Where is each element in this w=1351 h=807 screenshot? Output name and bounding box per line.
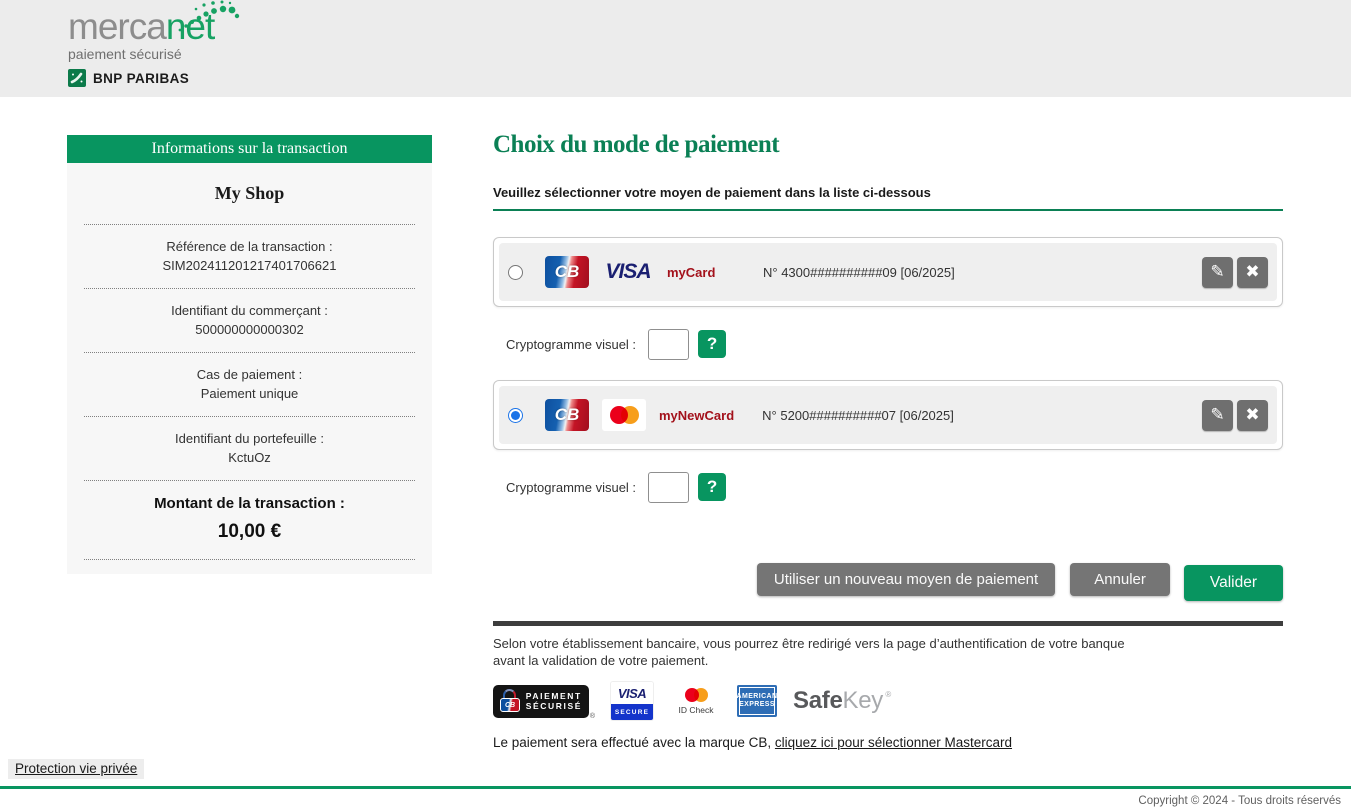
logo-dots-decoration [168, 0, 240, 38]
payment-choice-section: Choix du mode de paiement Veuillez sélec… [493, 131, 1283, 750]
payment-case-value: Paiement unique [67, 384, 432, 403]
help-icon: ? [707, 334, 717, 354]
saved-card-box-mycard: CB VISA myCard N° 4300##########09 [06/2… [493, 237, 1283, 307]
paiement-securise-line1: PAIEMENT [526, 691, 582, 702]
delete-card-button[interactable]: ✖ [1237, 400, 1268, 431]
transaction-reference-field: Référence de la transaction : SIM2024112… [67, 225, 432, 288]
card-radio-mynewcard[interactable] [508, 408, 523, 423]
security-badges-row: CB PAIEMENT SÉCURISÉ ® VISA SECURE ID Ch… [493, 682, 1283, 720]
transaction-info-panel: Informations sur la transaction My Shop … [67, 135, 432, 574]
cvv-input-mynewcard[interactable] [648, 472, 689, 503]
transaction-reference-label: Référence de la transaction : [67, 237, 432, 256]
edit-icon: ✎ [1210, 262, 1224, 282]
id-check-label: ID Check [679, 705, 714, 715]
registered-mark: ® [885, 690, 891, 699]
transaction-info-body: My Shop Référence de la transaction : SI… [67, 163, 432, 574]
saved-card-row-mynewcard[interactable]: CB myNewCard N° 5200##########07 [06/202… [499, 386, 1277, 444]
card-alias: myCard [667, 265, 735, 280]
bank-redirect-notice-line2: avant la validation de votre paiement. [493, 653, 1283, 670]
mastercard-id-check-badge: ID Check [673, 688, 719, 715]
saved-card-box-mynewcard: CB myNewCard N° 5200##########07 [06/202… [493, 380, 1283, 450]
delete-icon: ✖ [1245, 262, 1259, 282]
page-title: Choix du mode de paiement [493, 131, 1283, 159]
cvv-input-mycard[interactable] [648, 329, 689, 360]
mastercard-brand-icon [602, 399, 646, 431]
bnp-paribas-text: BNP PARIBAS [93, 71, 189, 86]
transaction-amount-value: 10,00 € [67, 521, 432, 543]
mastercard-circles-icon [685, 688, 708, 702]
top-header-bar: mercanet paiement sécurisé BNP PARIBAS [0, 0, 1351, 97]
merchant-id-label: Identifiant du commerçant : [67, 301, 432, 320]
bnp-paribas-icon [68, 69, 86, 87]
merchant-id-value: 500000000000302 [67, 320, 432, 339]
wallet-id-label: Identifiant du portefeuille : [67, 429, 432, 448]
logo-tagline: paiement sécurisé [68, 46, 214, 62]
mercanet-logo: mercanet paiement sécurisé BNP PARIBAS [68, 9, 214, 87]
visa-secure-label: SECURE [611, 704, 653, 720]
wallet-id-value: KctuOz [67, 448, 432, 467]
delete-card-button[interactable]: ✖ [1237, 257, 1268, 288]
payment-case-label: Cas de paiement : [67, 365, 432, 384]
card-brand-notice: Le paiement sera effectué avec la marque… [493, 735, 1283, 750]
delete-icon: ✖ [1245, 405, 1259, 425]
title-underline [493, 209, 1283, 211]
paiement-securise-badge: CB PAIEMENT SÉCURISÉ ® [493, 685, 589, 718]
edit-card-button[interactable]: ✎ [1202, 257, 1233, 288]
cvv-help-button[interactable]: ? [698, 330, 726, 358]
copyright-text: Copyright © 2024 - Tous droits réservés [1138, 795, 1341, 807]
cb-mini-card-icon: CB [500, 698, 520, 712]
transaction-info-title: Informations sur la transaction [67, 135, 432, 163]
safekey-key-text: Key [843, 687, 883, 714]
paiement-securise-line2: SÉCURISÉ [526, 701, 582, 712]
amex-line2: EXPRESS [739, 701, 775, 710]
saved-card-row-mycard[interactable]: CB VISA myCard N° 4300##########09 [06/2… [499, 243, 1277, 301]
help-icon: ? [707, 477, 717, 497]
instruction-text: Veuillez sélectionner votre moyen de pai… [493, 185, 1283, 200]
new-payment-method-button[interactable]: Utiliser un nouveau moyen de paiement [757, 563, 1055, 596]
cb-card-brand-icon: CB [545, 399, 589, 431]
visa-secure-badge: VISA SECURE [611, 682, 653, 720]
safekey-safe-text: Safe [793, 687, 843, 714]
safekey-badge: SafeKey ® [793, 687, 891, 715]
footer-divider [0, 786, 1351, 789]
transaction-reference-value: SIM202411201217401706621 [67, 256, 432, 275]
privacy-policy-link[interactable]: Protection vie privée [8, 759, 144, 779]
cancel-button[interactable]: Annuler [1070, 563, 1170, 596]
payment-case-field: Cas de paiement : Paiement unique [67, 353, 432, 416]
bnp-paribas-logo: BNP PARIBAS [68, 69, 214, 87]
transaction-amount-label: Montant de la transaction : [67, 495, 432, 512]
wallet-id-field: Identifiant du portefeuille : KctuOz [67, 417, 432, 480]
select-mastercard-link[interactable]: cliquez ici pour sélectionner Mastercard [775, 735, 1012, 750]
registered-mark: ® [590, 713, 595, 720]
shop-name: My Shop [67, 183, 432, 204]
cvv-row-mynewcard: Cryptogramme visuel : ? [506, 470, 1283, 504]
bank-redirect-notice-line1: Selon votre établissement bancaire, vous… [493, 636, 1283, 653]
section-divider [493, 621, 1283, 626]
secure-lock-icon: CB [500, 689, 519, 713]
validate-button[interactable]: Valider [1184, 565, 1283, 601]
brand-text-merca: merca [68, 6, 166, 47]
cvv-label: Cryptogramme visuel : [506, 480, 636, 495]
card-radio-mycard[interactable] [508, 265, 523, 280]
amex-line1: AMERICAN [737, 693, 778, 702]
edit-card-button[interactable]: ✎ [1202, 400, 1233, 431]
bank-redirect-notice: Selon votre établissement bancaire, vous… [493, 636, 1283, 669]
cvv-row-mycard: Cryptogramme visuel : ? [506, 327, 1283, 361]
mercanet-wordmark: mercanet [68, 9, 214, 45]
cvv-help-button[interactable]: ? [698, 473, 726, 501]
merchant-id-field: Identifiant du commerçant : 500000000000… [67, 289, 432, 352]
visa-secure-brand: VISA [611, 682, 653, 704]
card-alias: myNewCard [659, 408, 734, 423]
card-brand-notice-text: Le paiement sera effectué avec la marque… [493, 735, 775, 750]
mastercard-orange-circle [621, 406, 639, 424]
card-masked-number: N° 4300##########09 [06/2025] [763, 265, 955, 280]
visa-brand-icon: VISA [602, 260, 654, 284]
cb-card-brand-icon: CB [545, 256, 589, 288]
cvv-label: Cryptogramme visuel : [506, 337, 636, 352]
american-express-badge: AMERICAN EXPRESS [737, 685, 777, 717]
card-masked-number: N° 5200##########07 [06/2025] [762, 408, 954, 423]
edit-icon: ✎ [1210, 405, 1224, 425]
action-buttons-row: Utiliser un nouveau moyen de paiement An… [493, 563, 1283, 599]
transaction-amount-block: Montant de la transaction : 10,00 € [67, 481, 432, 559]
